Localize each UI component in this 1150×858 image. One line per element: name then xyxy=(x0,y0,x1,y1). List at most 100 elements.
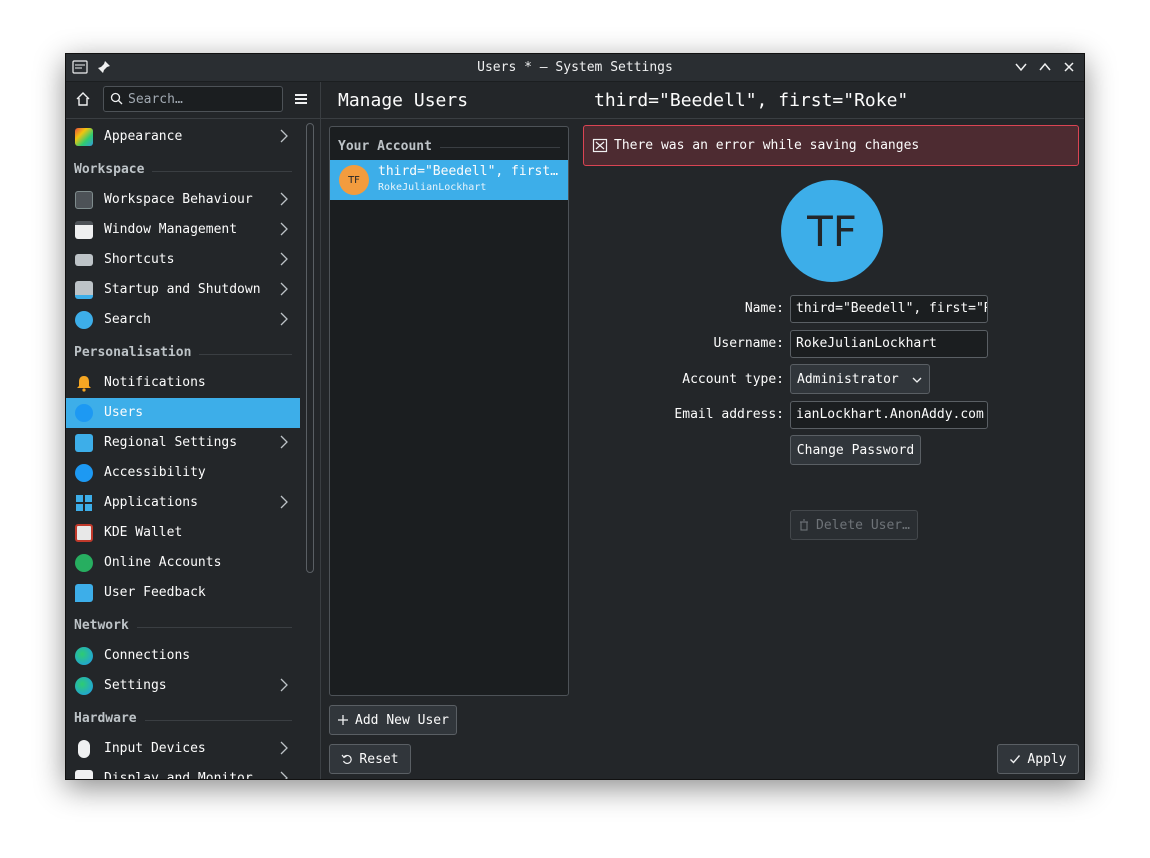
sidebar-item-network-settings[interactable]: Settings xyxy=(66,671,300,701)
chevron-right-icon xyxy=(280,435,288,449)
avatar: TF xyxy=(339,165,369,195)
undo-icon xyxy=(341,754,353,765)
content-header: Manage Users third="Beedell", first="Rok… xyxy=(321,82,1084,119)
window-management-icon xyxy=(75,221,93,239)
name-label: Name: xyxy=(744,301,784,316)
user-list-item[interactable]: TF third="Beedell", first="Roke" RokeJul… xyxy=(330,160,568,200)
sidebar-item-label: Window Management xyxy=(104,222,238,237)
sidebar-nav-list: Appearance Workspace Workspace Behaviour… xyxy=(66,119,300,779)
plus-icon xyxy=(338,715,349,725)
maximize-button[interactable] xyxy=(1036,58,1054,76)
sidebar-item-applications[interactable]: Applications xyxy=(66,488,300,518)
sidebar-item-label: Shortcuts xyxy=(104,252,175,267)
sidebar-item-appearance[interactable]: Appearance xyxy=(66,122,300,152)
section-header-your-account: Your Account xyxy=(338,139,560,155)
sidebar-item-label: Regional Settings xyxy=(104,435,238,450)
keyboard-icon xyxy=(75,254,93,266)
sidebar-item-shortcuts[interactable]: Shortcuts xyxy=(66,245,300,275)
workspace-behaviour-icon xyxy=(75,191,93,209)
sidebar-item-connections[interactable]: Connections xyxy=(66,641,300,671)
sidebar-item-online-accounts[interactable]: Online Accounts xyxy=(66,548,300,578)
sidebar-item-notifications[interactable]: Notifications xyxy=(66,368,300,398)
sidebar-item-label: Connections xyxy=(104,648,191,663)
account-type-select[interactable]: Administrator xyxy=(790,364,930,394)
close-button[interactable] xyxy=(1060,58,1078,76)
sidebar-item-input-devices[interactable]: Input Devices xyxy=(66,734,300,764)
home-icon[interactable] xyxy=(75,91,93,109)
sidebar-toolbar: Search… xyxy=(66,82,320,119)
sidebar-item-label: Settings xyxy=(104,678,167,693)
sidebar-scrollbar[interactable] xyxy=(306,123,314,573)
chevron-down-icon xyxy=(912,377,922,383)
sidebar-item-label: KDE Wallet xyxy=(104,525,183,540)
bell-icon xyxy=(75,374,93,392)
search-icon xyxy=(75,311,93,329)
sidebar-item-label: Accessibility xyxy=(104,465,206,480)
hamburger-menu-icon[interactable] xyxy=(294,92,308,106)
chevron-right-icon xyxy=(280,771,288,779)
error-message: There was an error while saving changes xyxy=(583,125,1079,166)
mouse-icon xyxy=(78,740,90,758)
page-title: Manage Users xyxy=(338,90,469,111)
sidebar-item-startup-and-shutdown[interactable]: Startup and Shutdown xyxy=(66,275,300,305)
section-header-hardware: Hardware xyxy=(74,711,292,729)
sidebar-item-user-feedback[interactable]: User Feedback xyxy=(66,578,300,608)
sidebar-item-label: Search xyxy=(104,312,151,327)
sidebar-item-kde-wallet[interactable]: KDE Wallet xyxy=(66,518,300,548)
search-field[interactable]: Search… xyxy=(103,86,283,112)
online-accounts-icon xyxy=(75,554,93,572)
email-field[interactable]: ianLockhart.AnonAddy.com xyxy=(790,401,988,429)
regional-settings-icon xyxy=(75,434,93,452)
search-icon xyxy=(110,92,123,109)
sidebar-item-users[interactable]: Users xyxy=(66,398,300,428)
section-header-workspace: Workspace xyxy=(74,162,292,180)
checkmark-icon xyxy=(1010,755,1021,764)
sidebar-item-display-and-monitor[interactable]: Display and Monitor xyxy=(66,764,300,779)
user-display-name: third="Beedell", first="Roke" xyxy=(378,164,564,179)
sidebar-item-label: Users xyxy=(104,405,144,420)
sidebar-item-label: Appearance xyxy=(104,129,183,144)
trash-icon xyxy=(800,519,809,531)
startup-icon xyxy=(75,281,93,299)
sidebar-item-label: Notifications xyxy=(104,375,206,390)
sidebar-item-workspace-behaviour[interactable]: Workspace Behaviour xyxy=(66,185,300,215)
wallet-icon xyxy=(75,524,93,542)
add-new-user-button[interactable]: Add New User xyxy=(329,705,457,735)
chevron-right-icon xyxy=(280,252,288,266)
section-header-personalisation: Personalisation xyxy=(74,345,292,363)
appearance-icon xyxy=(75,128,93,146)
delete-user-label: Delete User… xyxy=(816,517,910,533)
sidebar-item-label: Startup and Shutdown xyxy=(104,282,261,297)
user-avatar-large[interactable]: TF xyxy=(781,180,883,282)
sidebar: Search… Appearance Workspace Workspace B… xyxy=(66,82,321,779)
change-password-button[interactable]: Change Password xyxy=(790,435,921,465)
display-icon xyxy=(75,770,93,779)
main-content: Manage Users third="Beedell", first="Rok… xyxy=(321,82,1084,779)
username-field[interactable]: RokeJulianLockhart xyxy=(790,330,988,358)
chevron-right-icon xyxy=(280,222,288,236)
apply-button[interactable]: Apply xyxy=(997,744,1079,774)
sidebar-item-label: Online Accounts xyxy=(104,555,222,570)
change-password-label: Change Password xyxy=(796,442,915,458)
minimize-button[interactable] xyxy=(1012,58,1030,76)
sidebar-item-window-management[interactable]: Window Management xyxy=(66,215,300,245)
error-icon xyxy=(592,138,608,158)
accessibility-icon xyxy=(75,464,93,482)
feedback-icon xyxy=(75,584,93,602)
system-settings-window: Users * — System Settings Search… Appear… xyxy=(65,53,1085,780)
section-header-network: Network xyxy=(74,618,292,636)
globe-icon xyxy=(75,647,93,665)
chevron-right-icon xyxy=(280,678,288,692)
user-title: third="Beedell", first="Roke" xyxy=(594,90,909,111)
title-bar: Users * — System Settings xyxy=(66,54,1084,82)
reset-button[interactable]: Reset xyxy=(329,744,411,774)
delete-user-button[interactable]: Delete User… xyxy=(790,510,918,540)
sidebar-item-label: Input Devices xyxy=(104,741,206,756)
sidebar-item-regional-settings[interactable]: Regional Settings xyxy=(66,428,300,458)
account-type-label: Account type: xyxy=(682,372,784,387)
sidebar-item-search[interactable]: Search xyxy=(66,305,300,335)
sidebar-item-accessibility[interactable]: Accessibility xyxy=(66,458,300,488)
name-field[interactable]: third="Beedell", first="Roke" xyxy=(790,295,988,323)
username-label: Username: xyxy=(713,336,784,351)
users-icon xyxy=(75,404,93,422)
